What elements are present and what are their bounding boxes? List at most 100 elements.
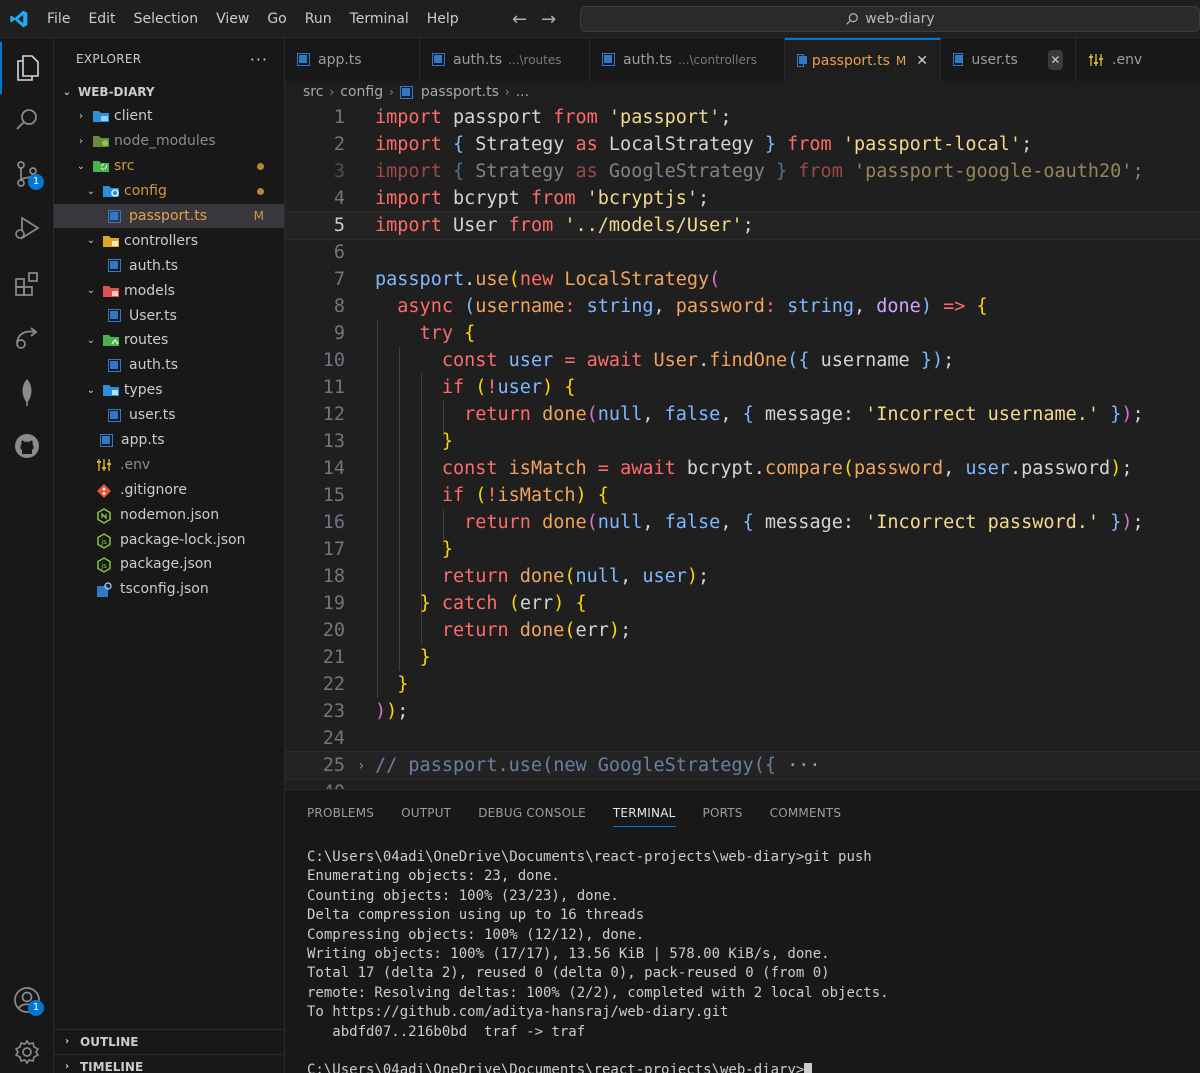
tree-item-package-json[interactable]: js package.json xyxy=(54,552,284,577)
fold-chevron-icon[interactable]: › xyxy=(357,758,365,774)
line-number: 8 xyxy=(333,296,345,317)
terminal-line: Counting objects: 100% (23/23), done. xyxy=(307,887,619,904)
tsconfig-icon xyxy=(96,582,112,598)
chevron-right-icon: › xyxy=(64,1036,70,1047)
tree-label: src xyxy=(114,158,135,175)
tree-item-nodemon-json[interactable]: nodemon.json xyxy=(54,502,284,527)
tab-ports[interactable]: PORTS xyxy=(703,790,743,836)
tree-label: .env xyxy=(120,456,151,473)
tree-item-user-ts-models[interactable]: User.ts xyxy=(54,303,284,328)
menu-edit[interactable]: Edit xyxy=(79,6,124,32)
forward-arrow-icon[interactable]: → xyxy=(541,9,556,30)
tree-label: client xyxy=(114,108,153,125)
tree-item-auth-ts-routes[interactable]: auth.ts xyxy=(54,353,284,378)
line-number: 11 xyxy=(322,377,345,398)
tab-passport-ts[interactable]: passport.ts M ✕ xyxy=(785,38,941,81)
tab-output[interactable]: OUTPUT xyxy=(401,790,451,836)
breadcrumb-symbols[interactable]: ... xyxy=(516,84,529,100)
source-control-badge: 1 xyxy=(28,174,44,190)
typescript-file-icon xyxy=(297,53,310,66)
more-actions-icon[interactable]: ··· xyxy=(250,50,268,69)
close-icon[interactable]: ✕ xyxy=(1047,49,1063,70)
folder-config-icon xyxy=(102,184,119,198)
code-line: 13 } xyxy=(285,428,1200,455)
mongodb-leaf-icon[interactable] xyxy=(0,366,54,418)
tree-item-config[interactable]: ⌄ config xyxy=(54,179,284,204)
current-code-line: 5 import User from '../models/User'; xyxy=(285,211,1200,240)
terminal-prompt: C:\Users\04adi\OneDrive\Documents\react-… xyxy=(307,1062,805,1073)
tree-item-types[interactable]: ⌄ types xyxy=(54,378,284,403)
menu-file[interactable]: File xyxy=(38,6,79,32)
tree-item-node-modules[interactable]: › node_modules xyxy=(54,129,284,154)
line-number: 18 xyxy=(322,566,345,587)
remote-explorer-icon[interactable] xyxy=(0,312,54,364)
tree-item-controllers[interactable]: ⌄ controllers xyxy=(54,228,284,253)
chevron-right-icon: › xyxy=(504,85,510,99)
tree-item-tsconfig-json[interactable]: tsconfig.json xyxy=(54,577,284,602)
folder-client-icon xyxy=(92,109,109,123)
workspace-folder[interactable]: ⌄ WEB-DIARY xyxy=(54,80,284,104)
outline-section[interactable]: › OUTLINE xyxy=(54,1029,284,1053)
menu-help[interactable]: Help xyxy=(418,6,468,32)
vscode-logo-icon xyxy=(0,0,38,38)
line-number: 14 xyxy=(322,458,345,479)
tab-terminal[interactable]: TERMINAL xyxy=(612,790,676,836)
terminal-output[interactable]: C:\Users\04adi\OneDrive\Documents\react-… xyxy=(307,848,1197,1073)
menu-terminal[interactable]: Terminal xyxy=(341,6,418,32)
tab-env[interactable]: .env xyxy=(1076,38,1200,81)
tree-item-user-ts-types[interactable]: user.ts xyxy=(54,403,284,428)
tree-item-app-ts[interactable]: app.ts xyxy=(54,428,284,453)
tree-item-package-lock-json[interactable]: js package-lock.json xyxy=(54,527,284,552)
menu-go[interactable]: Go xyxy=(258,6,295,32)
run-debug-icon[interactable] xyxy=(0,202,54,254)
git-icon xyxy=(96,483,112,498)
env-settings-icon xyxy=(1088,53,1104,67)
svg-text:js: js xyxy=(100,538,107,546)
tree-item-env[interactable]: .env xyxy=(54,452,284,477)
chevron-right-icon: › xyxy=(79,135,83,147)
menu-selection[interactable]: Selection xyxy=(125,6,208,32)
breadcrumb-config[interactable]: config xyxy=(340,84,383,100)
command-center-search[interactable]: web-diary xyxy=(580,6,1200,32)
chevron-right-icon: › xyxy=(389,85,394,99)
timeline-section[interactable]: › TIMELINE xyxy=(54,1054,284,1073)
tab-auth-ts-routes[interactable]: auth.ts ...\routes xyxy=(420,38,590,81)
tab-comments[interactable]: COMMENTS xyxy=(770,790,842,836)
tree-item-src[interactable]: ⌄ src xyxy=(54,154,284,179)
extensions-icon[interactable] xyxy=(0,258,54,310)
menu-view[interactable]: View xyxy=(207,6,258,32)
tree-item-gitignore[interactable]: .gitignore xyxy=(54,477,284,502)
settings-gear-icon[interactable] xyxy=(0,1026,54,1073)
explorer-icon[interactable] xyxy=(0,42,54,94)
typescript-file-icon xyxy=(108,309,121,323)
tab-app-ts[interactable]: app.ts xyxy=(285,38,420,81)
source-control-icon[interactable]: 1 xyxy=(0,148,54,200)
tree-item-models[interactable]: ⌄ models xyxy=(54,278,284,303)
breadcrumb-file[interactable]: passport.ts xyxy=(421,84,499,100)
breadcrumb-src[interactable]: src xyxy=(303,84,323,100)
code-line: 6 xyxy=(285,239,1200,266)
tree-item-routes[interactable]: ⌄ routes xyxy=(54,328,284,353)
tab-user-ts[interactable]: user.ts ✕ xyxy=(941,38,1076,81)
tab-debug-console[interactable]: DEBUG CONSOLE xyxy=(478,790,586,836)
code-line: 19 } catch (err) { xyxy=(285,590,1200,617)
folder-models-icon xyxy=(102,284,119,298)
line-number: 15 xyxy=(322,485,345,506)
accounts-icon[interactable]: 1 xyxy=(0,974,54,1026)
tab-auth-ts-controllers[interactable]: auth.ts ...\controllers xyxy=(590,38,785,81)
back-arrow-icon[interactable]: ← xyxy=(512,9,527,30)
github-icon[interactable] xyxy=(0,420,54,472)
code-line: 15 if (!isMatch) { xyxy=(285,482,1200,509)
tab-problems[interactable]: PROBLEMS xyxy=(307,790,374,836)
tree-label: package-lock.json xyxy=(120,531,246,548)
code-line: 12 return done(null, false, { message: '… xyxy=(285,401,1200,428)
code-editor[interactable]: 1 import passport from 'passport'; 2 impor… xyxy=(285,104,1200,789)
tree-item-auth-ts-controllers[interactable]: auth.ts xyxy=(54,253,284,278)
search-icon[interactable] xyxy=(0,94,54,146)
tree-item-passport-ts[interactable]: passport.ts M xyxy=(54,203,284,229)
menu-run[interactable]: Run xyxy=(296,6,341,32)
chevron-right-icon: › xyxy=(79,110,83,122)
folder-routes-icon xyxy=(102,333,119,347)
tree-item-client[interactable]: › client xyxy=(54,104,284,129)
close-icon[interactable]: ✕ xyxy=(916,53,928,69)
